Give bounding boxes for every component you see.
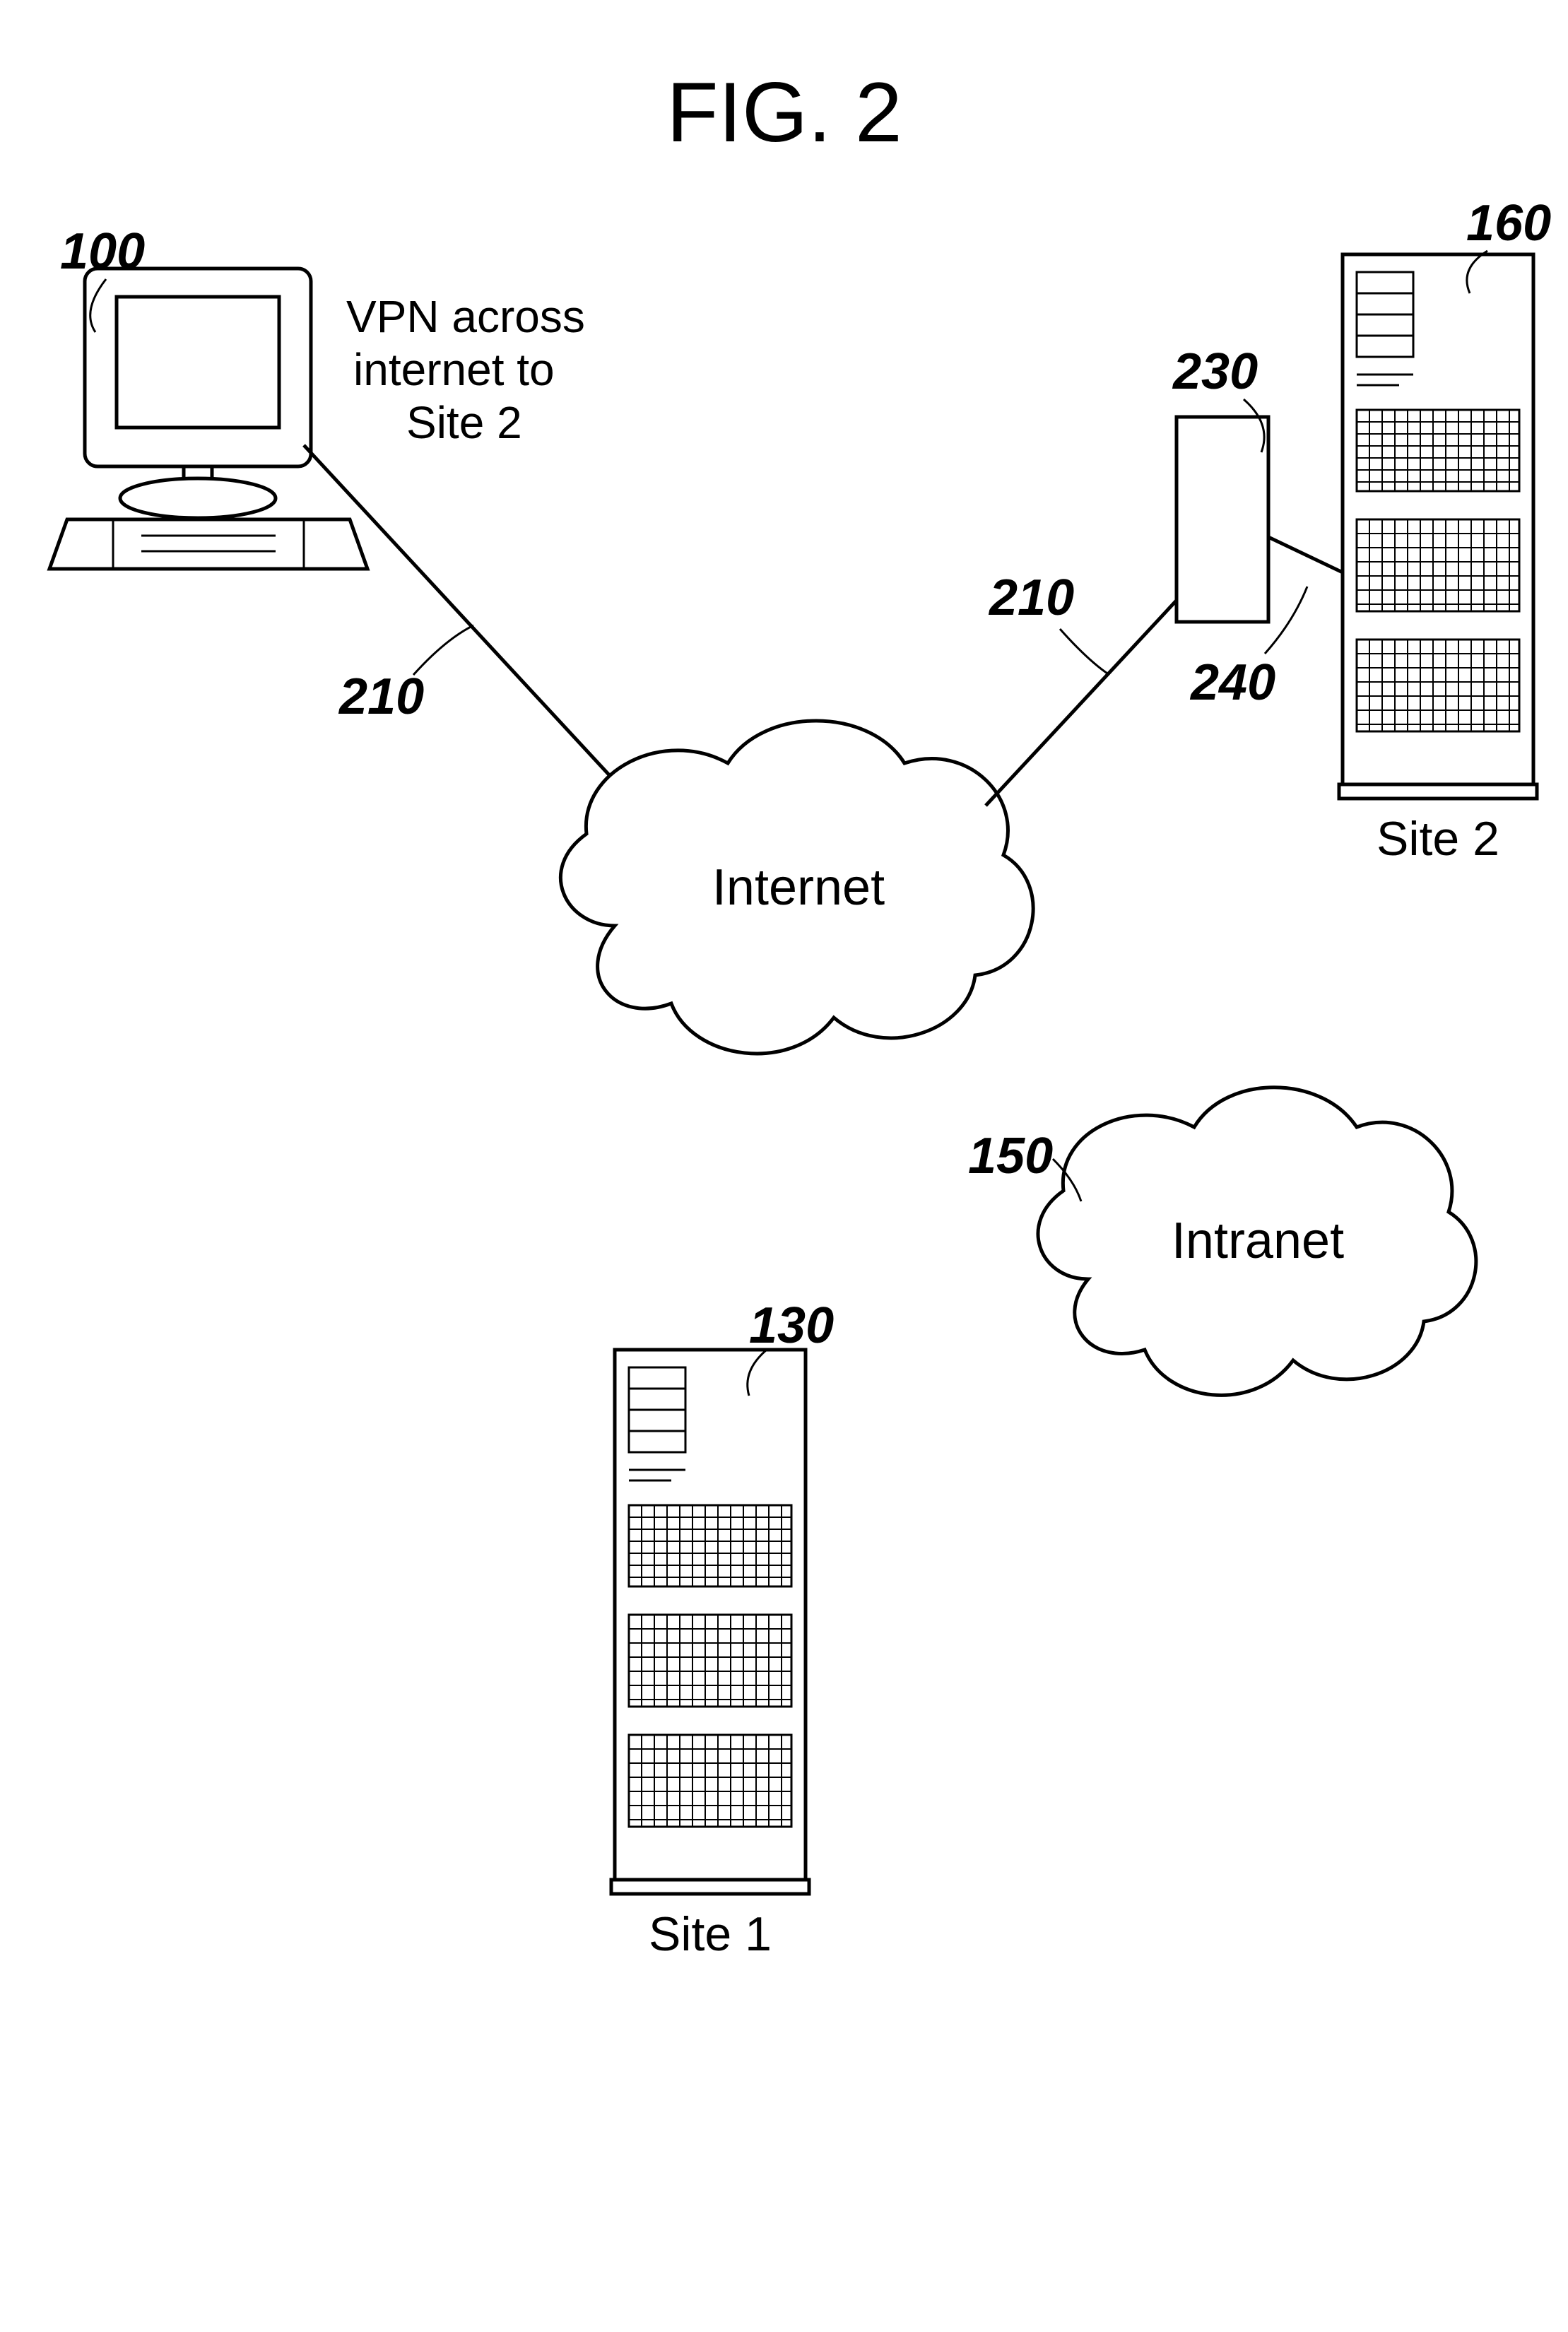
ref-100: 100 [60, 223, 145, 280]
internet-cloud: Internet [560, 721, 1033, 1054]
site1-label: Site 1 [649, 1907, 772, 1961]
client-workstation [49, 269, 367, 569]
ref-130: 130 [749, 1297, 834, 1354]
gateway-server-link [1268, 537, 1343, 572]
server-site2 [1339, 254, 1537, 799]
ref-210-right: 210 [988, 570, 1074, 626]
gateway-box [1177, 417, 1268, 622]
vpn-label-3: Site 2 [406, 397, 522, 448]
vpn-label-1: VPN across [346, 291, 585, 342]
ref-240: 240 [1189, 654, 1275, 711]
ref-160: 160 [1466, 195, 1551, 252]
site2-label: Site 2 [1377, 812, 1499, 866]
intranet-cloud: Intranet [1038, 1088, 1476, 1396]
figure-canvas: FIG. 2 100 VPN across internet to Site 2… [0, 0, 1568, 2332]
cloud-intranet-label: Intranet [1172, 1213, 1344, 1269]
ref-210-left: 210 [338, 669, 424, 725]
figure-title: FIG. 2 [666, 65, 902, 160]
ref-230: 230 [1172, 343, 1258, 400]
vpn-link-left [304, 445, 657, 827]
vpn-label-2: internet to [353, 344, 555, 395]
ref-150: 150 [968, 1128, 1053, 1184]
server-site1 [611, 1350, 809, 1894]
cloud-internet-label: Internet [712, 859, 885, 916]
